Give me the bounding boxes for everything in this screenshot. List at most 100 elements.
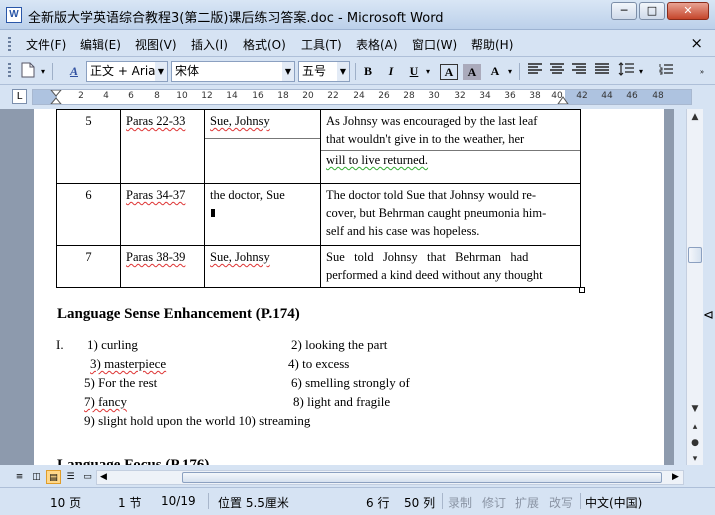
ruler-tick: 46 bbox=[626, 91, 638, 101]
font-size-value: 五号 bbox=[302, 64, 327, 78]
ruler-tick: 30 bbox=[428, 91, 440, 101]
chevron-down-icon[interactable]: ▾ bbox=[636, 62, 646, 81]
table-row[interactable]: 7 Paras 38-39 Sue, Johnsy Sue told Johns… bbox=[56, 245, 581, 288]
status-extend[interactable]: 扩展 bbox=[515, 494, 539, 511]
character-border-button[interactable]: A bbox=[440, 64, 458, 80]
style-combo-value: 正文 + Aria bbox=[90, 64, 156, 78]
table-row[interactable]: 6 Paras 34-37 the doctor, Sue The doctor… bbox=[56, 183, 581, 246]
font-combo-value: 宋体 bbox=[175, 64, 200, 78]
menu-format[interactable]: 格式(O) bbox=[243, 36, 286, 53]
table-cell-number[interactable]: 7 bbox=[56, 245, 121, 288]
status-position[interactable]: 位置 5.5厘米 bbox=[218, 494, 289, 511]
table-cell-number[interactable]: 6 bbox=[56, 183, 121, 246]
menu-window[interactable]: 窗口(W) bbox=[412, 36, 457, 53]
table-cell-paras[interactable]: Paras 22-33 bbox=[120, 109, 205, 184]
table-cell-characters[interactable]: the doctor, Sue bbox=[204, 183, 321, 246]
vertical-scroll-thumb[interactable] bbox=[688, 247, 702, 263]
reading-view-icon[interactable]: ▭ bbox=[80, 470, 95, 484]
toolbar-grip-handle[interactable] bbox=[8, 63, 11, 77]
numbering-icon[interactable] bbox=[656, 62, 676, 81]
table-resize-handle[interactable] bbox=[579, 287, 585, 293]
maximize-button[interactable]: □ bbox=[639, 2, 665, 20]
bold-button[interactable]: B bbox=[359, 62, 377, 81]
close-document-button[interactable]: × bbox=[690, 34, 703, 52]
word-app-icon[interactable]: W bbox=[6, 7, 22, 23]
menu-help[interactable]: 帮助(H) bbox=[471, 36, 513, 53]
table-cell-characters[interactable]: Sue, Johnsy bbox=[204, 245, 321, 288]
status-column[interactable]: 50 列 bbox=[404, 494, 435, 511]
table-cell-summary[interactable]: Sue told Johnsy that Behrman had perform… bbox=[320, 245, 581, 288]
ruler-bar: L 2 4 6 8 10 12 14 16 18 20 22 24 26 28 … bbox=[0, 86, 715, 108]
status-line[interactable]: 6 行 bbox=[366, 494, 389, 511]
align-center-icon[interactable] bbox=[547, 62, 567, 81]
print-layout-view-icon[interactable]: ▤ bbox=[46, 470, 61, 484]
new-document-icon[interactable] bbox=[18, 62, 38, 81]
document-area[interactable]: 5 Paras 22-33 Sue, Johnsy As Johnsy was … bbox=[0, 109, 674, 465]
menu-file[interactable]: 文件(F) bbox=[26, 36, 66, 53]
minimize-button[interactable]: ─ bbox=[611, 2, 637, 20]
select-browse-object-icon[interactable]: ● bbox=[687, 435, 703, 451]
justify-icon[interactable] bbox=[592, 62, 612, 81]
chevron-down-icon[interactable]: ▾ bbox=[505, 62, 515, 81]
menu-grip-handle[interactable] bbox=[8, 37, 11, 51]
web-view-icon[interactable]: ◫ bbox=[29, 470, 44, 484]
status-page-count[interactable]: 10/19 bbox=[161, 494, 196, 508]
line-spacing-icon[interactable] bbox=[616, 62, 636, 81]
chevron-down-icon[interactable]: ▼ bbox=[337, 62, 349, 81]
status-overtype[interactable]: 改写 bbox=[549, 494, 573, 511]
table-cell-summary[interactable]: The doctor told Sue that Johnsy would re… bbox=[320, 183, 581, 246]
scroll-right-icon[interactable]: ▶ bbox=[672, 471, 679, 484]
font-size-combo[interactable]: 五号 ▼ bbox=[298, 61, 350, 82]
table-cell-characters[interactable]: Sue, Johnsy bbox=[204, 109, 321, 184]
align-left-icon[interactable] bbox=[525, 62, 545, 81]
menu-insert[interactable]: 插入(I) bbox=[191, 36, 228, 53]
scroll-up-icon[interactable]: ▲ bbox=[687, 109, 703, 125]
toolbar-options-icon[interactable]: ▾ bbox=[38, 62, 48, 81]
table-cell-summary[interactable]: As Johnsy was encouraged by the last lea… bbox=[320, 109, 581, 184]
indent-marker-icon[interactable] bbox=[50, 90, 62, 104]
table-row[interactable]: 5 Paras 22-33 Sue, Johnsy As Johnsy was … bbox=[56, 109, 581, 184]
close-window-button[interactable]: ✕ bbox=[667, 2, 709, 20]
summary-table[interactable]: 5 Paras 22-33 Sue, Johnsy As Johnsy was … bbox=[56, 109, 581, 288]
font-combo[interactable]: 宋体 ▼ bbox=[171, 61, 295, 82]
menu-tools[interactable]: 工具(T) bbox=[301, 36, 342, 53]
style-combo[interactable]: 正文 + Aria ▼ bbox=[86, 61, 168, 82]
previous-page-icon[interactable]: ▴ bbox=[687, 419, 703, 435]
status-language[interactable]: 中文(中国) bbox=[585, 494, 642, 511]
text-effect-button[interactable]: A bbox=[486, 62, 504, 81]
chevron-down-icon[interactable]: ▼ bbox=[282, 62, 294, 81]
status-track-changes[interactable]: 修订 bbox=[482, 494, 506, 511]
chevron-down-icon[interactable]: ▼ bbox=[155, 62, 167, 81]
table-cell-paras[interactable]: Paras 38-39 bbox=[120, 245, 205, 288]
character-shading-button[interactable]: A bbox=[463, 64, 481, 80]
underline-options-icon[interactable]: ▾ bbox=[423, 62, 433, 81]
horizontal-ruler[interactable]: 2 4 6 8 10 12 14 16 18 20 22 24 26 28 30… bbox=[32, 89, 692, 105]
next-page-icon[interactable]: ▾ bbox=[687, 451, 703, 467]
horizontal-scroll-thumb[interactable] bbox=[182, 472, 662, 483]
styles-pane-icon[interactable]: A bbox=[64, 62, 84, 81]
scroll-left-icon[interactable]: ◀ bbox=[100, 471, 107, 484]
status-page[interactable]: 10 页 bbox=[50, 494, 81, 511]
vertical-scrollbar[interactable]: ▲ ▼ ▴ ● ▾ bbox=[686, 109, 703, 465]
toolbar-overflow-icon[interactable]: » bbox=[696, 62, 708, 81]
align-right-icon[interactable] bbox=[569, 62, 589, 81]
horizontal-scrollbar[interactable]: ◀ ▶ bbox=[96, 470, 684, 485]
ruler-tick: 28 bbox=[403, 91, 415, 101]
status-section[interactable]: 1 节 bbox=[118, 494, 141, 511]
document-page[interactable]: 5 Paras 22-33 Sue, Johnsy As Johnsy was … bbox=[34, 109, 664, 465]
status-record[interactable]: 录制 bbox=[448, 494, 472, 511]
ruler-tick: 4 bbox=[103, 91, 109, 101]
menu-edit[interactable]: 编辑(E) bbox=[80, 36, 121, 53]
normal-view-icon[interactable]: ≡ bbox=[12, 470, 27, 484]
menu-view[interactable]: 视图(V) bbox=[135, 36, 177, 53]
table-cell-number[interactable]: 5 bbox=[56, 109, 121, 184]
table-cell-paras[interactable]: Paras 34-37 bbox=[120, 183, 205, 246]
ruler-tick: 18 bbox=[277, 91, 289, 101]
tab-selector-button[interactable]: L bbox=[12, 89, 27, 104]
scroll-down-icon[interactable]: ▼ bbox=[687, 401, 703, 417]
pane-toggle-icon[interactable]: ⊲ bbox=[703, 308, 714, 323]
underline-button[interactable]: U bbox=[405, 62, 423, 81]
outline-view-icon[interactable]: ☰ bbox=[63, 470, 78, 484]
italic-button[interactable]: I bbox=[382, 62, 400, 81]
menu-table[interactable]: 表格(A) bbox=[356, 36, 398, 53]
